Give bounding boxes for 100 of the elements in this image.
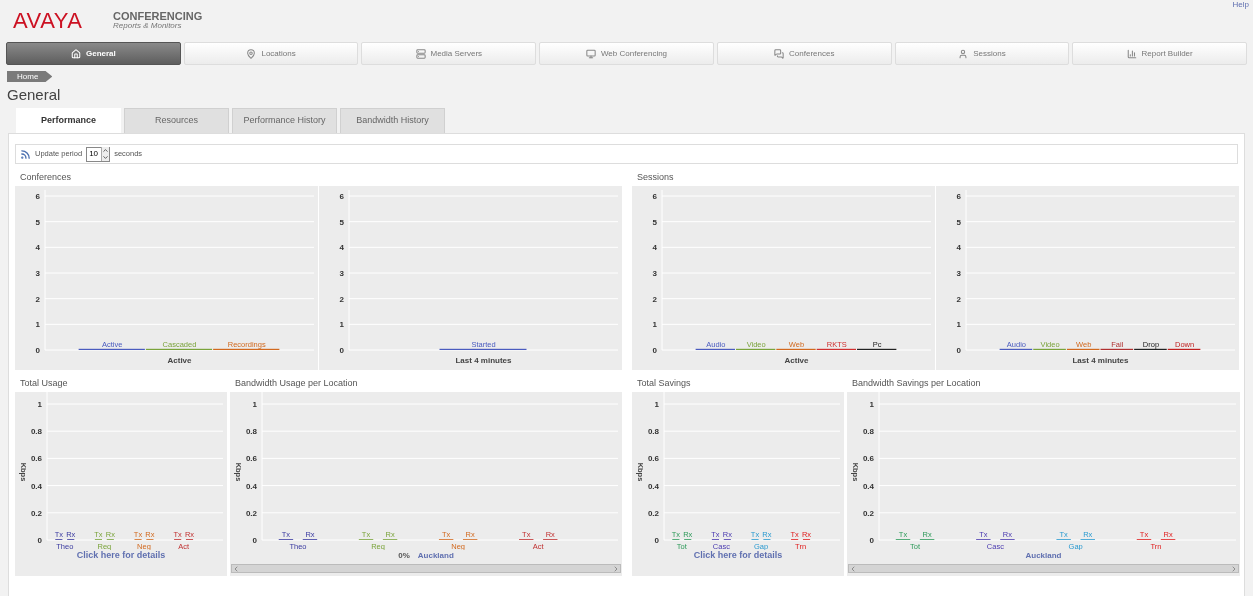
- axis-tick-label: 1: [252, 400, 257, 409]
- nav-button[interactable]: Web Conferencing: [539, 42, 714, 65]
- axis-tick-label: 0: [956, 346, 961, 355]
- nav-button[interactable]: General: [6, 42, 181, 65]
- period-spinner[interactable]: 10: [86, 146, 111, 162]
- nav-button[interactable]: Locations: [183, 42, 359, 65]
- percent-text: 0%: [398, 550, 410, 562]
- panel-title: Conferences: [19, 171, 73, 185]
- product-subtitle: Reports & Monitors: [113, 21, 183, 30]
- increment-icon[interactable]: [102, 147, 110, 154]
- axis-tick-label: 6: [956, 192, 961, 201]
- axis-tick-label: 1: [35, 320, 40, 330]
- map-pin-icon: [246, 48, 257, 59]
- scroll-left-icon[interactable]: [849, 564, 857, 573]
- server-icon: [415, 48, 426, 59]
- tab[interactable]: Resources: [124, 108, 229, 133]
- axis-tick-label: 0: [37, 536, 42, 545]
- axis-tick-label: 0.4: [245, 481, 257, 491]
- axis-tick-label: 0.6: [30, 454, 42, 464]
- axis-label: Last 4 minutes: [455, 356, 512, 365]
- details-link[interactable]: Click here for details: [76, 549, 166, 563]
- axis-tick-label: 5: [339, 217, 344, 227]
- axis-tick-label: 0.8: [647, 427, 659, 437]
- scroll-left-icon[interactable]: [232, 564, 240, 573]
- axis-tick-label: 4: [339, 243, 344, 253]
- axis-tick-label: 1: [869, 400, 874, 409]
- axis-tick-label: 0.6: [245, 454, 257, 464]
- person-icon: [958, 48, 969, 59]
- panel-title: Bandwidth Usage per Location: [234, 377, 359, 391]
- help-link[interactable]: Help: [1232, 0, 1249, 9]
- axis-label: Active: [167, 356, 192, 365]
- page-title: General: [6, 86, 62, 104]
- bar-chart-icon: [1126, 48, 1137, 59]
- axis-tick-label: 1: [956, 320, 961, 330]
- nav-button[interactable]: Media Servers: [361, 42, 537, 65]
- nav-button[interactable]: Sessions: [894, 42, 1070, 65]
- scroll-right-icon[interactable]: [1230, 564, 1238, 573]
- axis-tick-label: 2: [339, 294, 344, 304]
- axis-tick-label: 1: [339, 320, 344, 330]
- scroll-right-icon[interactable]: [612, 564, 620, 573]
- period-input[interactable]: 10: [87, 148, 102, 160]
- axis-tick-label: 0: [339, 346, 344, 355]
- details-link[interactable]: Click here for details: [693, 549, 783, 563]
- panel-title: Bandwidth Savings per Location: [851, 377, 982, 391]
- axis-tick-label: 4: [956, 243, 961, 253]
- axis-tick-label: 2: [35, 294, 40, 304]
- axis-tick-label: 0: [654, 536, 659, 545]
- axis-tick-label: 6: [652, 192, 657, 201]
- axis-tick-label: 0.8: [862, 427, 874, 437]
- tab[interactable]: Bandwidth History: [340, 108, 445, 133]
- rss-feed-icon: [20, 148, 31, 160]
- axis-tick-label: 3: [652, 269, 657, 278]
- nav-button[interactable]: Conferences: [716, 42, 892, 65]
- axis-tick-label: 0.6: [647, 454, 659, 464]
- breadcrumb-link[interactable]: Home: [7, 71, 53, 82]
- axis-tick-label: 6: [339, 192, 344, 201]
- axis-tick-label: 1: [654, 400, 659, 409]
- home-icon: [70, 48, 81, 59]
- axis-tick-label: 0: [252, 536, 257, 545]
- axis-tick-label: 0.6: [862, 454, 874, 464]
- axis-tick-label: 0.2: [30, 508, 42, 518]
- axis-tick-label: 1: [37, 400, 42, 409]
- axis-tick-label: 5: [956, 217, 961, 227]
- horizontal-scrollbar[interactable]: [848, 564, 1239, 573]
- decrement-icon[interactable]: [102, 154, 110, 161]
- axis-tick-label: 0.2: [647, 508, 659, 518]
- axis-tick-label: 0.2: [245, 508, 257, 518]
- axis-tick-label: 3: [339, 269, 344, 278]
- location-label: Auckland: [1025, 550, 1062, 562]
- horizontal-scrollbar[interactable]: [231, 564, 621, 573]
- tab[interactable]: Performance: [16, 108, 121, 133]
- axis-tick-label: 0.2: [862, 508, 874, 518]
- logo: AVAYA: [13, 6, 84, 35]
- panel-title: Total Usage: [19, 377, 69, 391]
- axis-tick-label: 0.8: [245, 427, 257, 437]
- axis-tick-label: 0.4: [647, 481, 659, 491]
- product-name: CONFERENCING: [113, 10, 203, 22]
- axis-label: Last 4 minutes: [1072, 356, 1129, 365]
- axis-label: Active: [784, 356, 809, 365]
- axis-tick-label: 0.8: [30, 427, 42, 437]
- panel-title: Sessions: [636, 171, 675, 185]
- axis-tick-label: 0: [869, 536, 874, 545]
- axis-tick-label: 2: [652, 294, 657, 304]
- axis-tick-label: 0: [35, 346, 40, 355]
- axis-tick-label: 3: [35, 269, 40, 278]
- axis-tick-label: 1: [652, 320, 657, 330]
- axis-tick-label: 4: [35, 243, 40, 253]
- axis-tick-label: 6: [35, 192, 40, 201]
- axis-tick-label: 5: [652, 217, 657, 227]
- chat-bubbles-icon: [774, 48, 785, 59]
- panel-title: Total Savings: [636, 377, 692, 391]
- axis-tick-label: 2: [956, 294, 961, 304]
- axis-tick-label: 4: [652, 243, 657, 253]
- axis-tick-label: 0: [652, 346, 657, 355]
- axis-tick-label: 3: [956, 269, 961, 278]
- monitor-icon: [585, 48, 596, 59]
- nav-button[interactable]: Report Builder: [1072, 42, 1248, 65]
- axis-tick-label: 0.4: [30, 481, 42, 491]
- axis-tick-label: 5: [35, 217, 40, 227]
- tab[interactable]: Performance History: [232, 108, 337, 133]
